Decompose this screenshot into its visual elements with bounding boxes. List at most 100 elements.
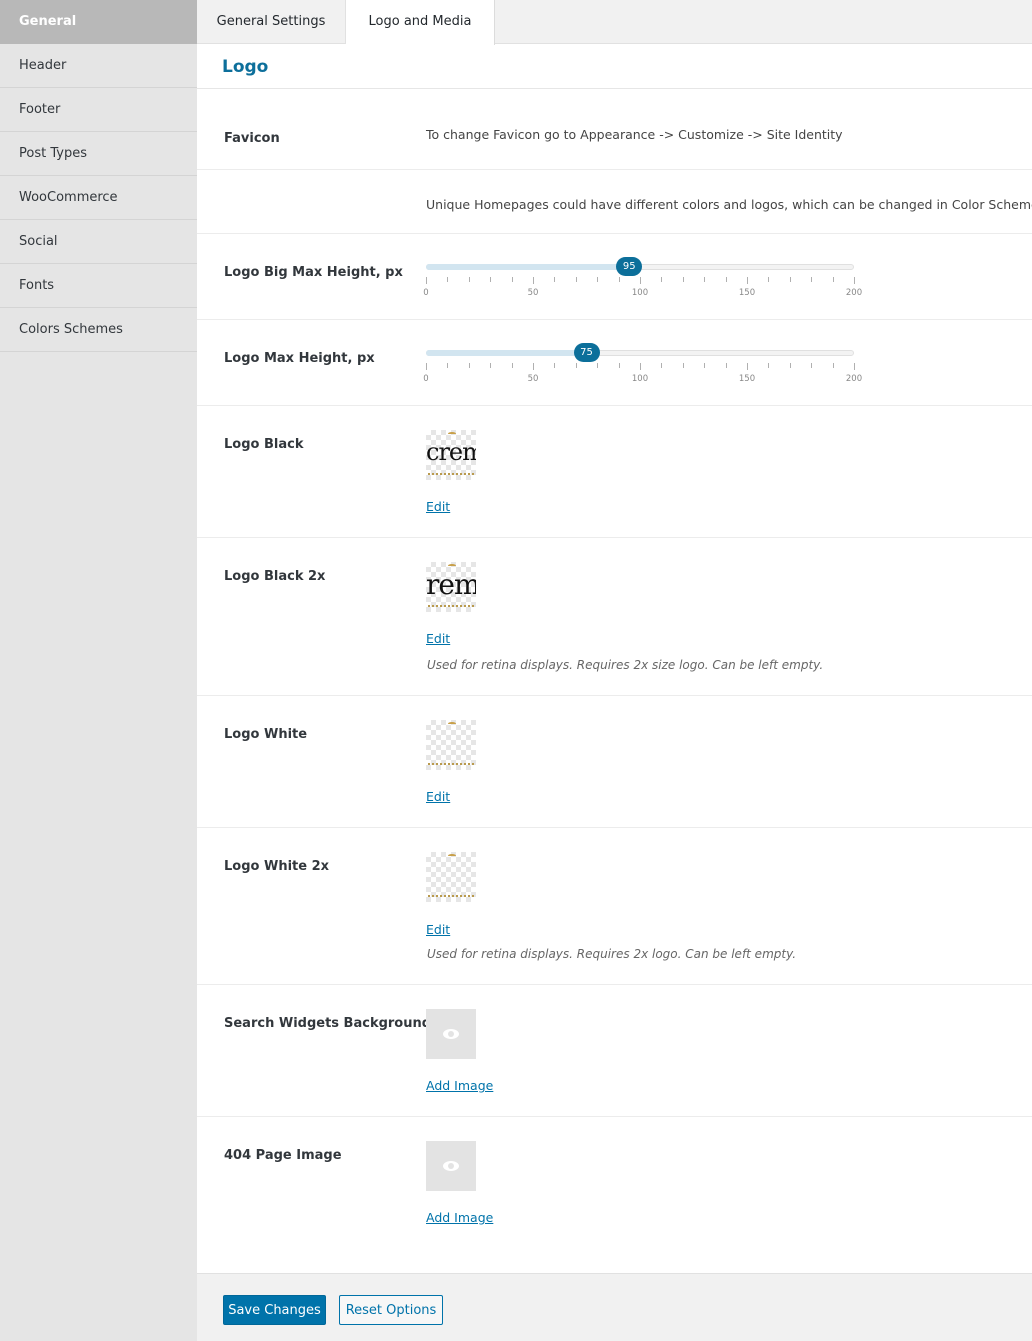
- logo-black-label: Logo Black: [224, 437, 304, 452]
- logo-black-edit-link[interactable]: Edit: [426, 499, 450, 514]
- slider-tick-label: 100: [631, 374, 649, 384]
- slider-tick: [533, 363, 534, 370]
- page-404-image-placeholder[interactable]: [426, 1141, 476, 1191]
- logo-black-2x-edit-link[interactable]: Edit: [426, 631, 450, 646]
- slider-tick: [575, 277, 577, 282]
- slider-fill: [426, 264, 630, 270]
- logo-white-2x-edit-link[interactable]: Edit: [426, 922, 450, 937]
- logo-big-max-height-label: Logo Big Max Height, px: [224, 265, 403, 280]
- slider-tick: [768, 363, 770, 368]
- slider-tick-label: 50: [527, 288, 539, 298]
- logo-black-row: Logo Black crems Edit: [197, 406, 1032, 538]
- slider-tick: [725, 277, 727, 282]
- search-widgets-bg-placeholder[interactable]: [426, 1009, 476, 1059]
- slider-tick-label: 0: [423, 288, 429, 298]
- logo-big-max-height-slider[interactable]: 95 0 50 100 150 200: [423, 257, 862, 314]
- logo-swirl-icon: [448, 854, 456, 857]
- logo-tagline-decor: [428, 473, 474, 476]
- main-panel: General Settings Logo and Media Logo Fav…: [197, 0, 1032, 1341]
- slider-tick: [789, 363, 791, 368]
- slider-tick: [490, 363, 492, 368]
- tab-logo-and-media[interactable]: Logo and Media: [346, 0, 495, 45]
- slider-tick-label: 150: [738, 288, 756, 298]
- favicon-row: Favicon To change Favicon go to Appearan…: [197, 90, 1032, 170]
- slider-tick: [704, 363, 706, 368]
- sidebar-item-colors-schemes[interactable]: Colors Schemes: [0, 308, 197, 352]
- logo-white-row: Logo White Edit: [197, 696, 1032, 828]
- slider-tick: [511, 363, 513, 368]
- logo-max-height-label: Logo Max Height, px: [224, 351, 375, 366]
- save-changes-button[interactable]: Save Changes: [223, 1295, 326, 1325]
- slider-tick: [832, 363, 834, 368]
- favicon-description: To change Favicon go to Appearance -> Cu…: [426, 127, 843, 142]
- slider-tick-label: 150: [738, 374, 756, 384]
- slider-tick: [811, 363, 813, 368]
- sidebar-item-header[interactable]: Header: [0, 44, 197, 88]
- eye-icon: [443, 1161, 459, 1171]
- search-widgets-bg-row: Search Widgets Background Add Image: [197, 985, 1032, 1117]
- logo-black-2x-label: Logo Black 2x: [224, 569, 326, 584]
- logo-swirl-icon: [448, 722, 456, 725]
- slider-handle[interactable]: 75: [573, 343, 600, 362]
- logo-black-thumbnail[interactable]: crems: [426, 430, 476, 480]
- slider-tick: [554, 363, 556, 368]
- slider-tick-label: 100: [631, 288, 649, 298]
- logo-white-thumbnail[interactable]: [426, 720, 476, 770]
- page-404-image-row: 404 Page Image Add Image: [197, 1117, 1032, 1273]
- logo-white-edit-link[interactable]: Edit: [426, 789, 450, 804]
- slider-tick: [426, 363, 427, 370]
- slider-handle[interactable]: 95: [616, 257, 643, 276]
- search-widgets-bg-label: Search Widgets Background: [224, 1016, 432, 1031]
- slider-tick: [789, 277, 791, 282]
- slider-tick-label: 200: [845, 288, 863, 298]
- favicon-label: Favicon: [224, 131, 280, 146]
- form-footer: Save Changes Reset Options: [197, 1273, 1032, 1341]
- reset-options-button[interactable]: Reset Options: [339, 1295, 443, 1325]
- slider-tick: [640, 277, 641, 284]
- slider-tick: [597, 277, 599, 282]
- slider-tick: [426, 277, 427, 284]
- page-404-image-add-image-link[interactable]: Add Image: [426, 1210, 493, 1225]
- logo-black-2x-thumbnail[interactable]: rem: [426, 562, 476, 612]
- sidebar-item-post-types[interactable]: Post Types: [0, 132, 197, 176]
- slider-tick: [661, 363, 663, 368]
- tab-general-settings[interactable]: General Settings: [197, 0, 346, 44]
- eye-icon: [443, 1029, 459, 1039]
- slider-tick: [511, 277, 513, 282]
- slider-tick: [468, 363, 470, 368]
- slider-tick: [725, 363, 727, 368]
- sidebar-item-footer[interactable]: Footer: [0, 88, 197, 132]
- slider-tick: [575, 363, 577, 368]
- slider-tick: [618, 363, 620, 368]
- logo-white-label: Logo White: [224, 727, 308, 742]
- slider-tick: [597, 363, 599, 368]
- unique-homepages-row: Unique Homepages could have different co…: [197, 170, 1032, 234]
- slider-tick: [704, 277, 706, 282]
- sidebar-item-general[interactable]: General: [0, 0, 197, 44]
- slider-tick: [533, 277, 534, 284]
- slider-tick: [682, 363, 684, 368]
- slider-tick: [490, 277, 492, 282]
- slider-tick: [447, 363, 449, 368]
- logo-white-2x-thumbnail[interactable]: [426, 852, 476, 902]
- logo-max-height-slider[interactable]: 75 0 50 100 150 200: [423, 343, 862, 400]
- slider-tick: [854, 277, 855, 284]
- logo-white-2x-label: Logo White 2x: [224, 859, 330, 874]
- slider-tick: [768, 277, 770, 282]
- slider-tick: [854, 363, 855, 370]
- slider-tick: [468, 277, 470, 282]
- slider-tick: [747, 277, 748, 284]
- sidebar-item-fonts[interactable]: Fonts: [0, 264, 197, 308]
- slider-tick: [747, 363, 748, 370]
- sidebar-item-social[interactable]: Social: [0, 220, 197, 264]
- slider-tick: [618, 277, 620, 282]
- slider-tick-label: 50: [527, 374, 539, 384]
- logo-black-2x-row: Logo Black 2x rem Edit Used for retina d…: [197, 538, 1032, 696]
- slider-tick: [682, 277, 684, 282]
- unique-homepages-description: Unique Homepages could have different co…: [426, 197, 1032, 212]
- slider-tick: [554, 277, 556, 282]
- logo-black-2x-thumb-text: rem: [426, 568, 476, 601]
- logo-white-2x-note: Used for retina displays. Requires 2x lo…: [427, 947, 797, 961]
- sidebar-item-woocommerce[interactable]: WooCommerce: [0, 176, 197, 220]
- search-widgets-bg-add-image-link[interactable]: Add Image: [426, 1078, 493, 1093]
